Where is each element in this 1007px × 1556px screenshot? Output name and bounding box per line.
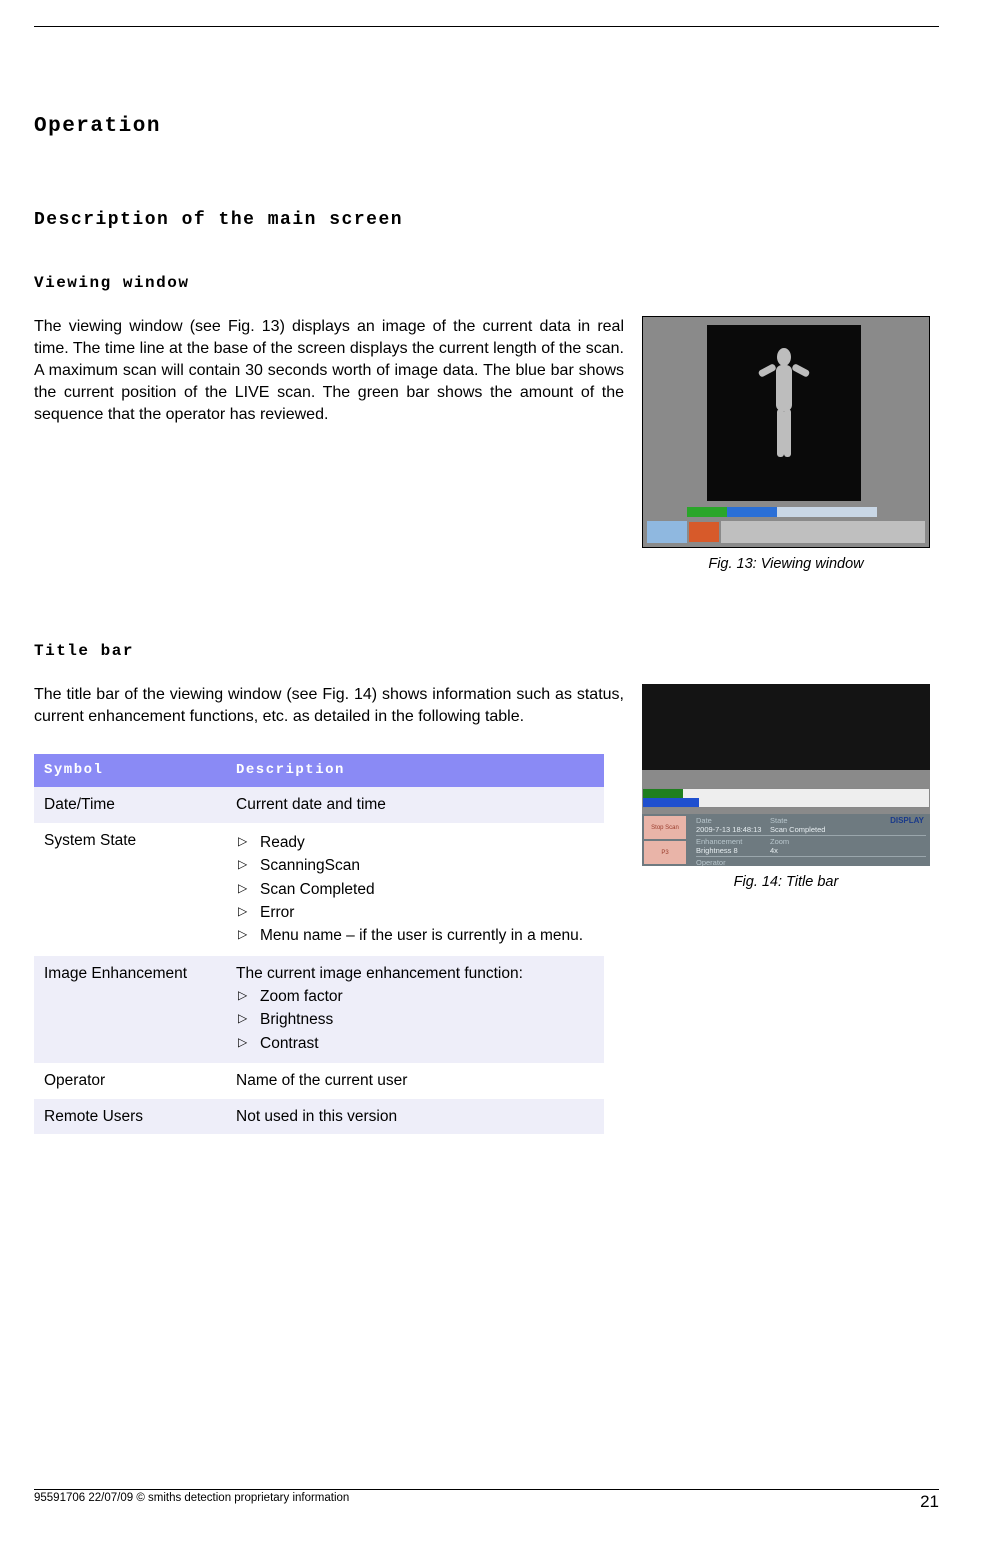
fig13-status-area [721, 521, 925, 543]
fig13-button [647, 521, 687, 543]
section-title: Description of the main screen [34, 210, 939, 230]
table-cell-desc: Ready ScanningScan Scan Completed Error … [226, 823, 604, 956]
title-bar-paragraph: The title bar of the viewing window (see… [34, 684, 624, 728]
status-date-value: 2009-7-13 18:48:13 [696, 825, 770, 834]
table-row: Date/Time Current date and time [34, 787, 604, 822]
list-item: Scan Completed [238, 879, 594, 900]
scan-body-icon [753, 343, 815, 483]
page-footer: 95591706 22/07/09 © smiths detection pro… [34, 1489, 939, 1512]
page-number: 21 [920, 1492, 939, 1512]
fig13-button-orange [689, 522, 719, 542]
stop-scan-button: Stop Scan [644, 816, 686, 839]
table-cell-symbol: Date/Time [34, 787, 226, 822]
list-item: Contrast [238, 1033, 594, 1054]
table-cell-symbol: Operator [34, 1063, 226, 1098]
status-date-label: Date [696, 816, 770, 825]
table-row: Remote Users Not used in this version [34, 1099, 604, 1134]
table-cell-symbol: Remote Users [34, 1099, 226, 1134]
list-item: Ready [238, 832, 594, 853]
status-state-value: Scan Completed [770, 825, 825, 834]
table-cell-symbol: System State [34, 823, 226, 956]
status-zoom-value: 4x [770, 846, 778, 855]
table-row: Operator Name of the current user [34, 1063, 604, 1098]
status-op-label: Operator [696, 858, 770, 866]
table-cell-desc: The current image enhancement function: … [226, 956, 604, 1064]
status-enh-label: Enhancement [696, 837, 770, 846]
status-zoom-label: Zoom [770, 837, 844, 846]
subsection-viewing-window: Viewing window [34, 274, 939, 292]
list-item: ScanningScan [238, 855, 594, 876]
figure-13 [642, 316, 930, 548]
list-item: Menu name – if the user is currently in … [238, 925, 594, 946]
table-cell-desc: Current date and time [226, 787, 604, 822]
status-state-label: State [770, 816, 844, 825]
list-item: Brightness [238, 1009, 594, 1030]
table-head-symbol: Symbol [34, 754, 226, 787]
display-label: DISPLAY [890, 816, 924, 826]
table-cell-symbol: Image Enhancement [34, 956, 226, 1064]
list-item: Zoom factor [238, 986, 594, 1007]
top-rule [34, 26, 939, 27]
figure-13-caption: Fig. 13: Viewing window [642, 556, 930, 572]
table-row: System State Ready ScanningScan Scan Com… [34, 823, 604, 956]
status-info: DISPLAY DateState 2009-7-13 18:48:13Scan… [688, 814, 930, 866]
subsection-title-bar: Title bar [34, 642, 939, 660]
list-item: Error [238, 902, 594, 923]
table-row: Image Enhancement The current image enha… [34, 956, 604, 1064]
table-head-description: Description [226, 754, 604, 787]
footer-left: 95591706 22/07/09 © smiths detection pro… [34, 1492, 349, 1512]
table-cell-desc: Name of the current user [226, 1063, 604, 1098]
figure-14-caption: Fig. 14: Title bar [642, 874, 930, 890]
status-bright-value: Brightness 8 [696, 846, 770, 855]
symbol-table: Symbol Description Date/Time Current dat… [34, 754, 604, 1134]
table-lead-text: The current image enhancement function: [236, 963, 594, 984]
figure-14: Stop Scan P3 DISPLAY DateState 2009-7-13… [642, 684, 930, 866]
chapter-title: Operation [34, 115, 939, 138]
viewing-window-paragraph: The viewing window (see Fig. 13) display… [34, 316, 624, 426]
table-cell-desc: Not used in this version [226, 1099, 604, 1134]
p3-button: P3 [644, 841, 686, 864]
